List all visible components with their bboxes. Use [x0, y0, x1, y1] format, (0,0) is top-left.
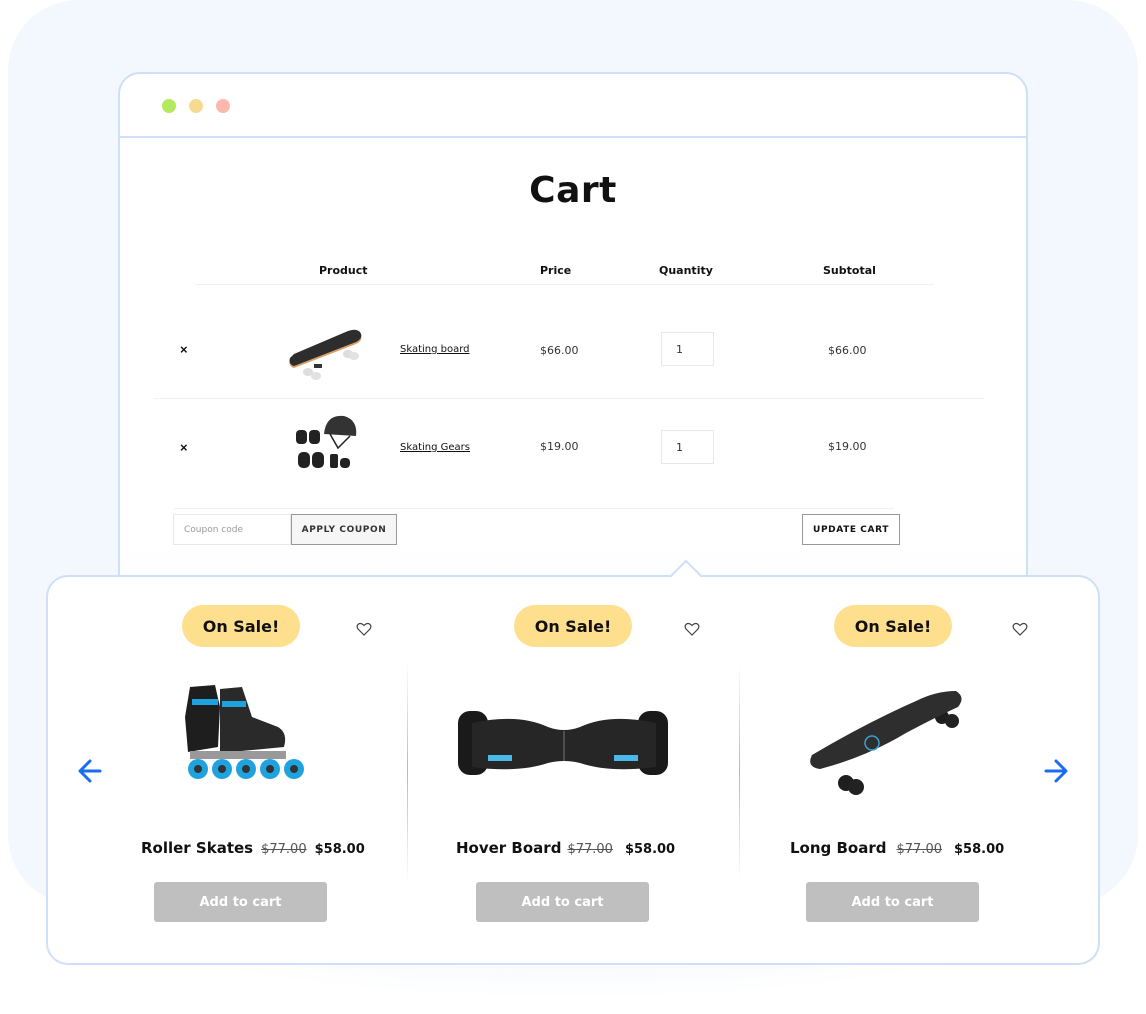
- add-to-cart-button[interactable]: Add to cart: [476, 882, 649, 922]
- product-link[interactable]: Skating Gears: [400, 442, 470, 453]
- heart-icon[interactable]: [1012, 621, 1028, 637]
- item-price: $66.00: [540, 344, 579, 357]
- product-price-row: Hover Board $77.00 $58.00: [456, 839, 675, 857]
- sale-badge: On Sale!: [834, 605, 952, 647]
- quantity-input[interactable]: 1: [661, 430, 714, 464]
- coupon-code-input[interactable]: Coupon code: [173, 514, 291, 545]
- product-name[interactable]: Roller Skates: [141, 839, 253, 857]
- browser-titlebar: [120, 74, 1026, 138]
- item-subtotal: $66.00: [828, 344, 867, 357]
- skating-gear-image: [296, 415, 357, 468]
- add-to-cart-button[interactable]: Add to cart: [806, 882, 979, 922]
- item-price: $19.00: [540, 440, 579, 453]
- add-to-cart-button[interactable]: Add to cart: [154, 882, 327, 922]
- original-price: $77.00: [567, 842, 613, 857]
- column-header-subtotal: Subtotal: [823, 264, 876, 277]
- remove-item-icon[interactable]: ×: [180, 342, 188, 357]
- update-cart-button[interactable]: UPDATE CART: [802, 514, 900, 545]
- long-board-image: [810, 691, 962, 795]
- row-divider: [174, 508, 894, 509]
- product-price-row: Roller Skates $77.00 $58.00: [141, 839, 365, 857]
- sale-price: $58.00: [314, 842, 365, 857]
- product-link[interactable]: Skating board: [400, 344, 470, 355]
- product-card: On Sale! Long Board $77.00 $58.00 Add to c…: [740, 577, 1070, 963]
- original-price: $77.00: [896, 842, 943, 857]
- product-name[interactable]: Long Board: [790, 839, 887, 857]
- sale-badge: On Sale!: [514, 605, 632, 647]
- heart-icon[interactable]: [356, 621, 372, 637]
- original-price: $77.00: [261, 842, 307, 857]
- column-header-quantity: Quantity: [659, 264, 713, 277]
- window-control-red[interactable]: [216, 99, 230, 113]
- quantity-input[interactable]: 1: [661, 332, 714, 366]
- page-title: Cart: [529, 170, 617, 211]
- product-price-row: Long Board $77.00 $58.00: [790, 839, 1004, 857]
- column-header-price: Price: [540, 264, 572, 277]
- heart-icon[interactable]: [684, 621, 700, 637]
- cart-row: × Skating Gears $19.00 1 $19.00: [120, 398, 1026, 496]
- skateboard-image: [289, 329, 362, 380]
- product-name[interactable]: Hover Board: [456, 839, 561, 857]
- product-card: On Sale! Hover Board $77.00 $58.00 Add to …: [410, 577, 740, 963]
- sale-price: $58.00: [954, 842, 1005, 857]
- product-carousel: On Sale! Roller Skates $77.00 $58.00 Add t…: [46, 559, 1100, 965]
- hover-board-image: [458, 711, 668, 775]
- cart-row: × Skating board $66.00 1 $66.00: [120, 300, 1026, 398]
- sale-badge: On Sale!: [182, 605, 300, 647]
- sale-price: $58.00: [624, 842, 676, 857]
- window-control-green[interactable]: [162, 99, 176, 113]
- item-subtotal: $19.00: [828, 440, 867, 453]
- window-control-yellow[interactable]: [189, 99, 203, 113]
- product-card: On Sale! Roller Skates $77.00 $58.00 Add t…: [78, 577, 408, 963]
- apply-coupon-button[interactable]: APPLY COUPON: [291, 514, 397, 545]
- roller-skates-image: [185, 685, 304, 779]
- column-header-product: Product: [319, 264, 368, 277]
- header-divider: [196, 284, 934, 285]
- remove-item-icon[interactable]: ×: [180, 440, 188, 455]
